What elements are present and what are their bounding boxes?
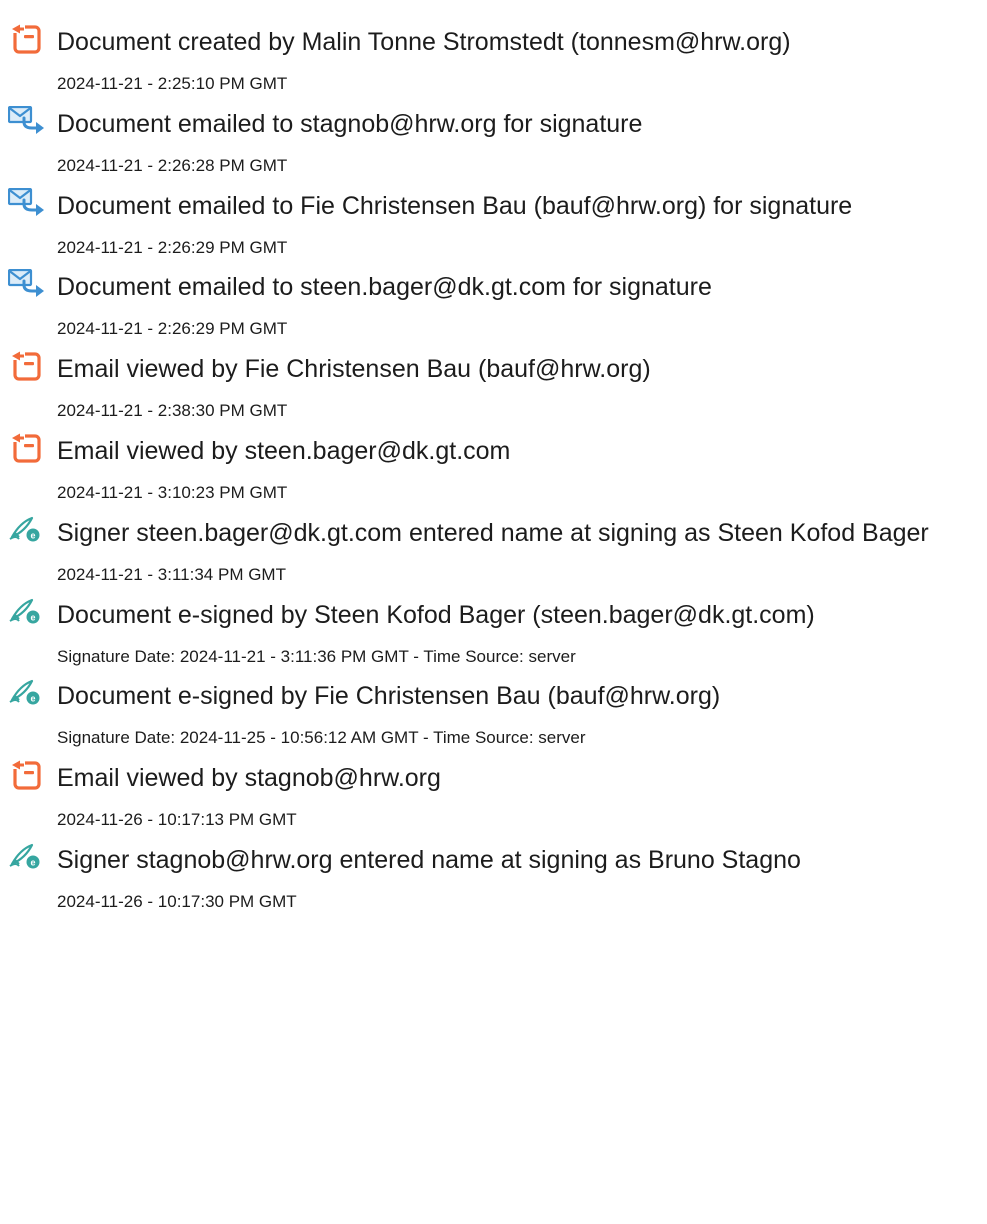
log-entry: e Signer steen.bager@dk.gt.com entered n… xyxy=(0,507,987,587)
pen-sign-icon: e xyxy=(8,597,46,629)
log-entry: Document emailed to stagnob@hrw.org for … xyxy=(0,98,987,178)
log-entry-title: Document created by Malin Tonne Stromste… xyxy=(57,28,791,56)
log-entry-timestamp: 2024-11-26 - 10:17:13 PM GMT xyxy=(57,810,297,829)
log-entry: Document created by Malin Tonne Stromste… xyxy=(0,16,987,96)
email-send-icon xyxy=(8,188,46,220)
log-entry-title: Document e-signed by Steen Kofod Bager (… xyxy=(57,601,815,629)
document-icon xyxy=(8,351,46,383)
log-entry: Email viewed by stagnob@hrw.org 2024-11-2… xyxy=(0,752,987,832)
log-entry-title: Signer steen.bager@dk.gt.com entered nam… xyxy=(57,519,929,547)
log-entry-timestamp: 2024-11-21 - 2:26:28 PM GMT xyxy=(57,156,288,175)
log-entry-timestamp: 2024-11-21 - 2:38:30 PM GMT xyxy=(57,401,288,420)
svg-text:e: e xyxy=(30,694,35,704)
pen-sign-icon: e xyxy=(8,842,46,874)
log-entry-timestamp: 2024-11-21 - 2:25:10 PM GMT xyxy=(57,74,288,93)
log-entry: e Document e-signed by Steen Kofod Bager… xyxy=(0,589,987,669)
log-entry: e Signer stagnob@hrw.org entered name at… xyxy=(0,834,987,914)
svg-text:e: e xyxy=(30,531,35,541)
log-entry: Document emailed to Fie Christensen Bau … xyxy=(0,180,987,260)
email-send-icon xyxy=(8,269,46,301)
log-entry-title: Document emailed to stagnob@hrw.org for … xyxy=(57,110,643,138)
log-entry-timestamp: 2024-11-21 - 2:26:29 PM GMT xyxy=(57,319,288,338)
email-send-icon xyxy=(8,106,46,138)
log-entry-timestamp: Signature Date: 2024-11-25 - 10:56:12 AM… xyxy=(57,728,586,747)
log-entry-timestamp: 2024-11-21 - 3:11:34 PM GMT xyxy=(57,565,286,584)
log-entry-timestamp: 2024-11-21 - 3:10:23 PM GMT xyxy=(57,483,288,502)
log-entry: Email viewed by steen.bager@dk.gt.com 202… xyxy=(0,425,987,505)
document-icon xyxy=(8,433,46,465)
log-entry-title: Email viewed by steen.bager@dk.gt.com xyxy=(57,437,511,465)
pen-sign-icon: e xyxy=(8,678,46,710)
pen-sign-icon: e xyxy=(8,515,46,547)
log-entry-title: Document e-signed by Fie Christensen Bau… xyxy=(57,682,721,710)
log-entry-title: Email viewed by Fie Christensen Bau (bau… xyxy=(57,355,651,383)
svg-text:e: e xyxy=(30,858,35,868)
document-icon xyxy=(8,24,46,56)
log-entry-timestamp: Signature Date: 2024-11-21 - 3:11:36 PM … xyxy=(57,647,576,666)
log-entry-timestamp: 2024-11-21 - 2:26:29 PM GMT xyxy=(57,238,288,257)
log-entry: Document emailed to steen.bager@dk.gt.co… xyxy=(0,261,987,341)
log-entry-title: Email viewed by stagnob@hrw.org xyxy=(57,764,441,792)
svg-text:e: e xyxy=(30,613,35,623)
log-entry: Email viewed by Fie Christensen Bau (bau… xyxy=(0,343,987,423)
log-entry-title: Document emailed to Fie Christensen Bau … xyxy=(57,192,853,220)
log-entry-title: Signer stagnob@hrw.org entered name at s… xyxy=(57,846,801,874)
document-icon xyxy=(8,760,46,792)
log-entry-timestamp: 2024-11-26 - 10:17:30 PM GMT xyxy=(57,892,297,911)
log-entry: e Document e-signed by Fie Christensen B… xyxy=(0,670,987,750)
log-entry-title: Document emailed to steen.bager@dk.gt.co… xyxy=(57,273,712,301)
